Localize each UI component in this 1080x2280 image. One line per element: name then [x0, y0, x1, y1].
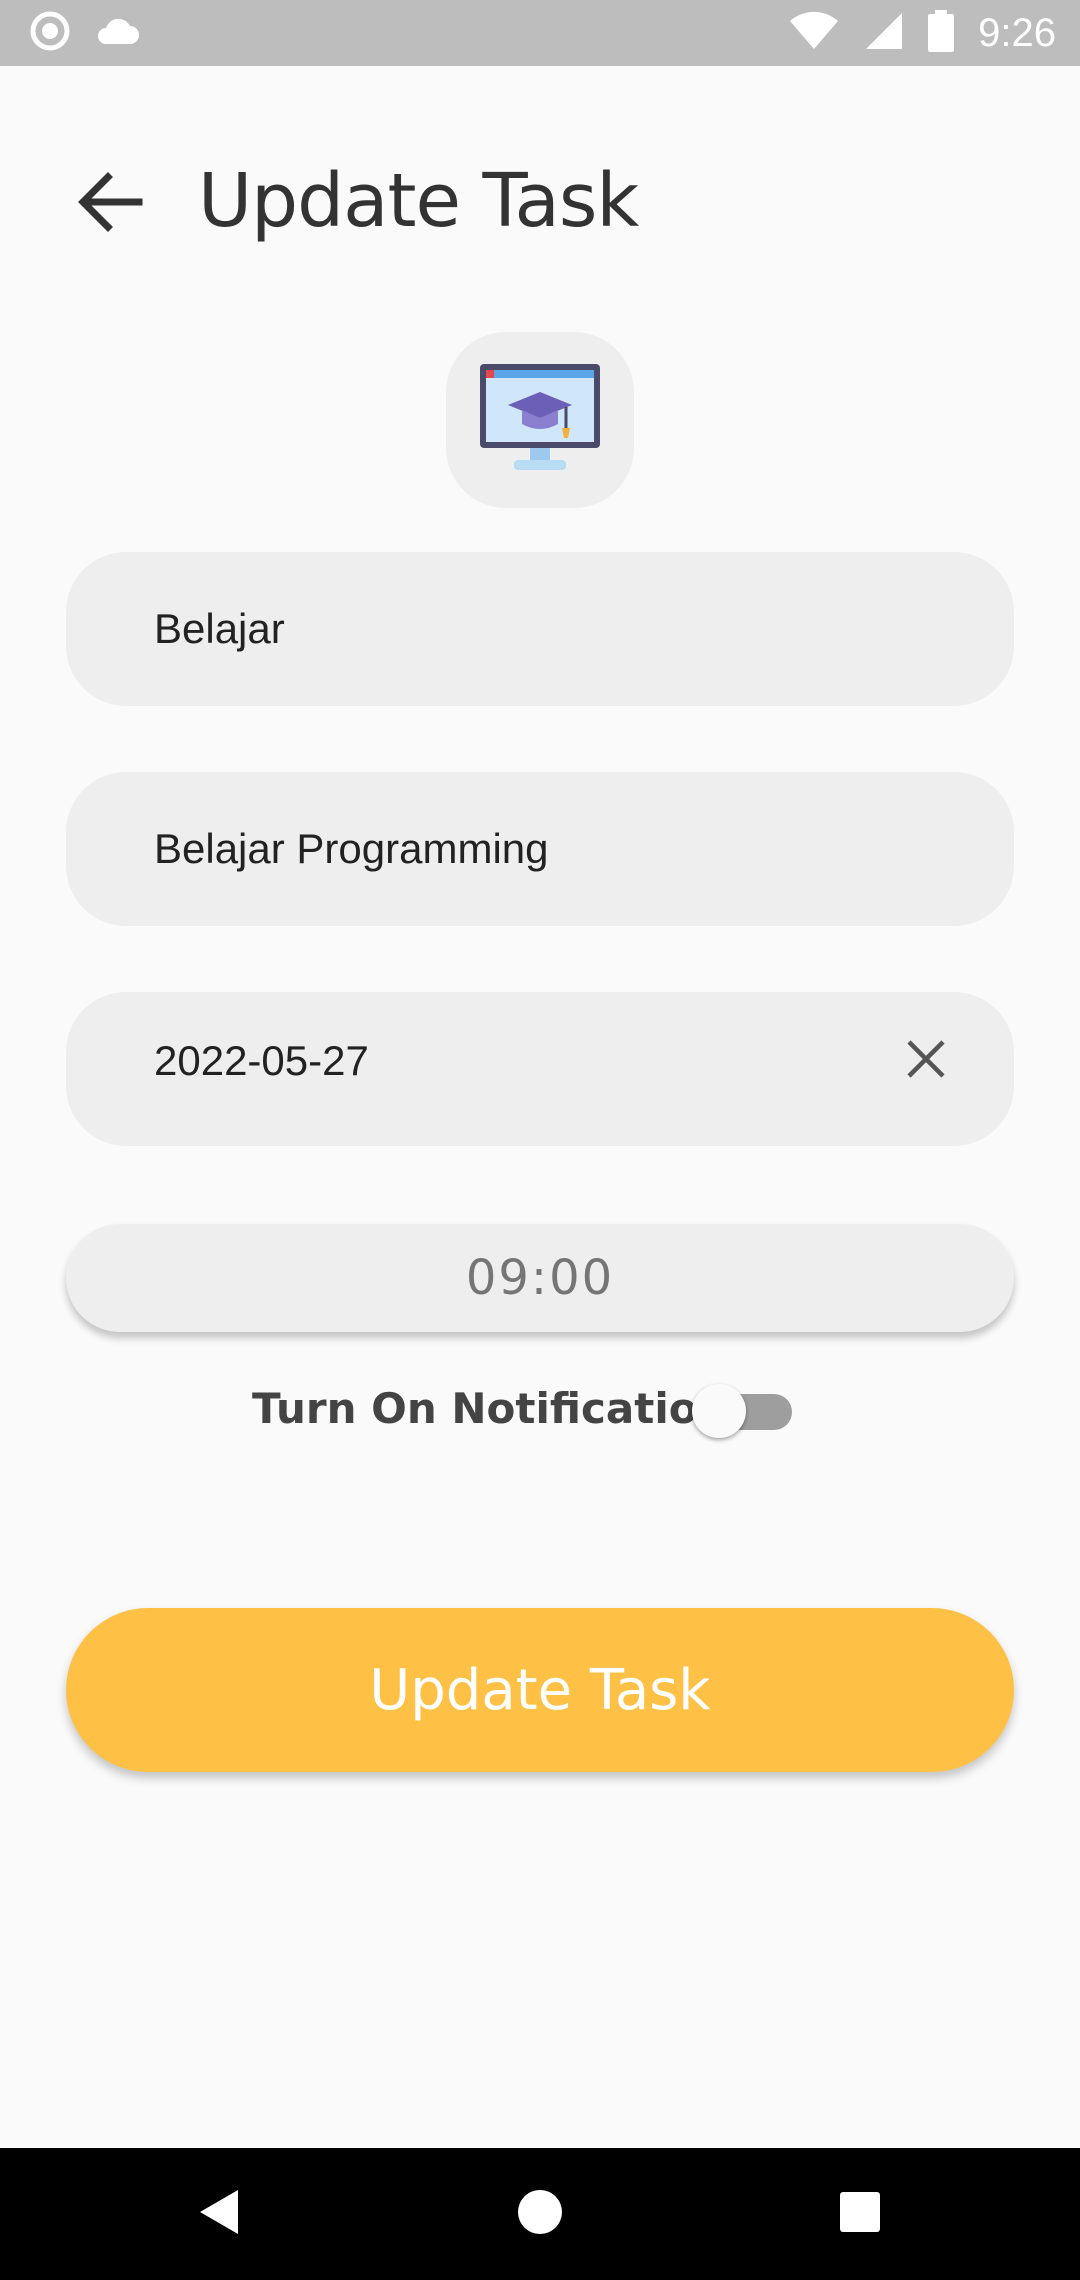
update-task-button[interactable]: Update Task — [66, 1608, 1014, 1772]
notification-toggle[interactable] — [692, 1384, 796, 1438]
wifi-icon — [788, 11, 840, 56]
status-bar: 9:26 — [0, 0, 1080, 66]
page-title: Update Task — [198, 158, 639, 244]
home-circle-icon — [516, 2188, 564, 2241]
signal-icon — [864, 11, 904, 56]
date-field[interactable]: 2022-05-27 — [66, 992, 1014, 1146]
description-field-value: Belajar Programming — [154, 825, 549, 872]
app-bar: Update Task — [0, 140, 1080, 260]
update-task-button-label: Update Task — [369, 1657, 711, 1723]
cloud-icon — [94, 16, 140, 51]
description-field[interactable]: Belajar Programming — [66, 772, 1014, 926]
status-right: 9:26 — [788, 9, 1056, 57]
clear-date-button[interactable] — [884, 1030, 968, 1114]
title-field[interactable]: Belajar — [66, 552, 1014, 706]
recents-square-icon — [838, 2190, 882, 2239]
record-icon — [30, 11, 70, 56]
status-left — [30, 11, 140, 56]
nav-recents-button[interactable] — [830, 2184, 890, 2244]
notification-label: Turn On Notification — [252, 1384, 728, 1433]
nav-home-button[interactable] — [510, 2184, 570, 2244]
battery-icon — [928, 9, 955, 57]
toggle-thumb — [692, 1384, 746, 1438]
back-triangle-icon — [198, 2188, 242, 2241]
notification-row: Turn On Notification — [0, 1376, 1080, 1446]
close-icon — [905, 1038, 947, 1090]
back-button[interactable] — [68, 162, 152, 246]
graduation-monitor-icon — [478, 360, 602, 481]
time-value: 09:00 — [465, 1250, 615, 1306]
time-picker-button[interactable]: 09:00 — [66, 1224, 1014, 1332]
nav-back-button[interactable] — [190, 2184, 250, 2244]
date-field-value: 2022-05-27 — [154, 1037, 369, 1084]
title-field-value: Belajar — [154, 605, 285, 652]
status-time: 9:26 — [978, 10, 1056, 55]
arrow-back-icon — [77, 171, 143, 238]
system-nav-bar — [0, 2148, 1080, 2280]
category-picker[interactable] — [446, 332, 634, 508]
